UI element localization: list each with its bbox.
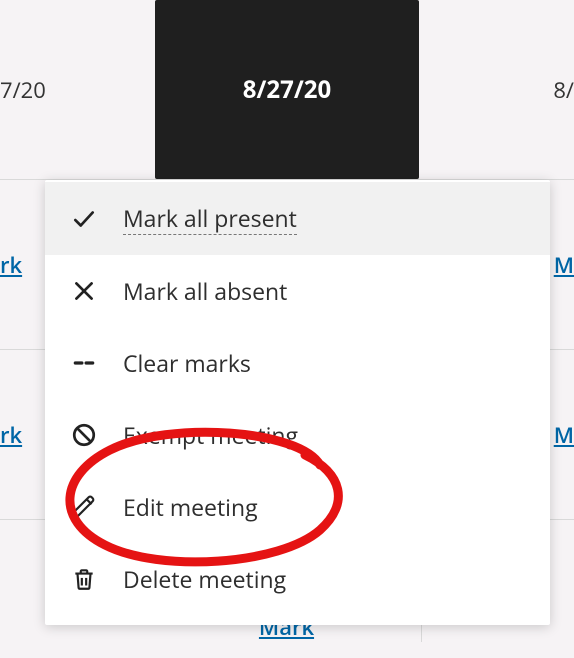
menu-item-label: Mark all absent [123, 275, 287, 307]
date-header-next[interactable]: 8/ [419, 0, 574, 179]
pencil-icon [69, 492, 99, 522]
menu-mark-all-absent[interactable]: Mark all absent [45, 255, 550, 327]
menu-exempt-meeting[interactable]: Exempt meeting [45, 399, 550, 471]
x-icon [69, 276, 99, 306]
menu-item-label: Edit meeting [123, 491, 258, 523]
check-icon [69, 204, 99, 234]
mark-link[interactable]: rk [0, 250, 22, 280]
header-row: 7/20 8/27/20 8/ [0, 0, 574, 180]
menu-item-label: Delete meeting [123, 563, 286, 595]
trash-icon [69, 564, 99, 594]
menu-clear-marks[interactable]: Clear marks [45, 327, 550, 399]
menu-item-label: Mark all present [123, 202, 297, 235]
date-header-prev[interactable]: 7/20 [0, 0, 150, 179]
date-context-menu: Mark all present Mark all absent Clear m… [45, 180, 550, 625]
prohibit-icon [69, 420, 99, 450]
mark-link[interactable]: M [554, 420, 574, 450]
menu-mark-all-present[interactable]: Mark all present [45, 182, 550, 255]
menu-item-label: Clear marks [123, 347, 251, 379]
menu-item-label: Exempt meeting [123, 419, 298, 451]
mark-link[interactable]: rk [0, 420, 22, 450]
date-header-current[interactable]: 8/27/20 [155, 0, 419, 179]
menu-edit-meeting[interactable]: Edit meeting [45, 471, 550, 543]
mark-link[interactable]: M [554, 250, 574, 280]
dashes-icon [69, 348, 99, 378]
menu-delete-meeting[interactable]: Delete meeting [45, 543, 550, 615]
